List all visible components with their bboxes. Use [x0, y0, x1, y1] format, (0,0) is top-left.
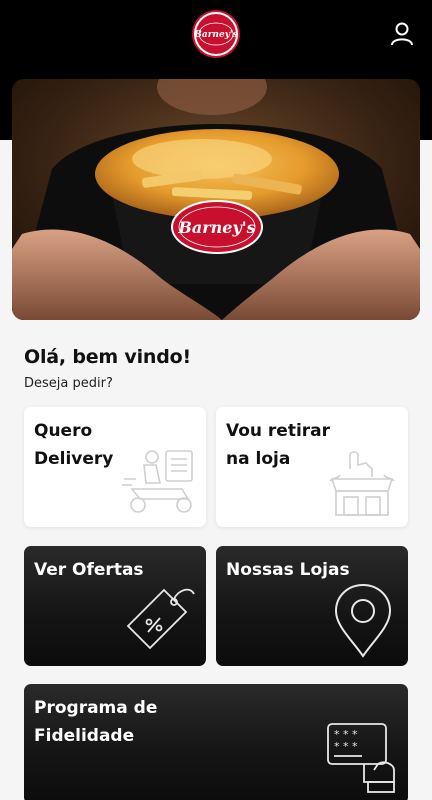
store-pickup-icon	[329, 451, 395, 516]
stores-card-label: Nossas Lojas	[226, 556, 386, 584]
svg-text:* * *: * * *	[334, 740, 358, 753]
delivery-label-line1: Quero	[34, 421, 93, 441]
offers-card-label: Ver Ofertas	[34, 556, 194, 584]
barneys-logo-icon: Barney's	[196, 22, 236, 46]
loyalty-card-label: Programa de Fidelidade	[34, 694, 194, 750]
location-pin-icon	[334, 583, 392, 658]
logo-text: Barney's	[196, 30, 236, 40]
user-profile-button[interactable]	[388, 20, 416, 48]
stores-card[interactable]: Nossas Lojas	[216, 546, 408, 666]
welcome-title: Olá, bem vindo!	[24, 346, 191, 368]
brand-logo[interactable]: Barney's	[194, 12, 238, 56]
pickup-card[interactable]: Vou retirar na loja	[216, 407, 408, 527]
stores-label-line1: Nossas Lojas	[226, 560, 350, 580]
offers-card[interactable]: Ver Ofertas	[24, 546, 206, 666]
pickup-label-line1: Vou retirar	[226, 421, 331, 441]
hero-logo-text: Barney's	[177, 218, 255, 237]
loyalty-card-icon: * * * * * *	[327, 723, 395, 793]
welcome-subtitle: Deseja pedir?	[24, 376, 113, 391]
loyalty-label-line2: Fidelidade	[34, 726, 135, 746]
delivery-card[interactable]: Quero Delivery	[24, 407, 206, 527]
delivery-scooter-icon	[122, 450, 193, 513]
loyalty-program-card[interactable]: Programa de Fidelidade * * * * * *	[24, 684, 408, 800]
hero-banner-image: Barney's	[12, 79, 420, 320]
user-icon	[391, 22, 413, 46]
loyalty-label-line1: Programa de	[34, 698, 158, 718]
offers-label-line1: Ver Ofertas	[34, 560, 144, 580]
discount-tag-icon	[126, 588, 195, 650]
